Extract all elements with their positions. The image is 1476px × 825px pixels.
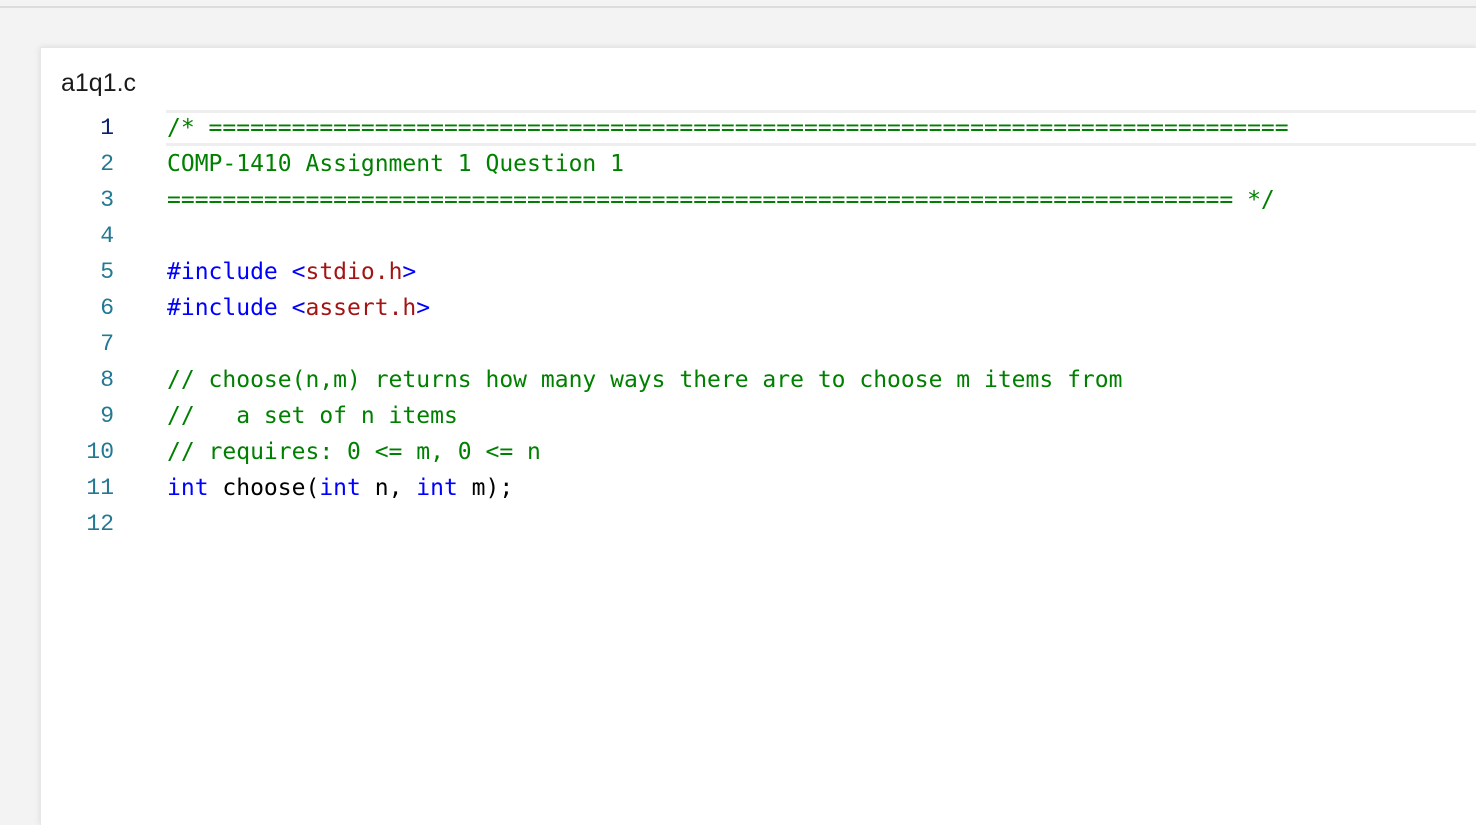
code-text: int choose(int n, int m); bbox=[167, 470, 513, 506]
code-line[interactable]: 3 =======================================… bbox=[41, 182, 1476, 218]
code-token-keyword: > bbox=[402, 259, 417, 285]
code-token-comment: // a set of n items bbox=[167, 403, 458, 429]
code-token-keyword: int bbox=[416, 475, 458, 501]
code-token-plain: choose( bbox=[208, 475, 320, 501]
code-text: #include <stdio.h> bbox=[167, 254, 416, 290]
line-number: 10 bbox=[86, 439, 114, 465]
line-number: 1 bbox=[100, 115, 114, 141]
code-line[interactable]: 2 COMP-1410 Assignment 1 Question 1 bbox=[41, 146, 1476, 182]
line-number: 5 bbox=[100, 259, 114, 285]
code-line[interactable]: 4 bbox=[41, 218, 1476, 254]
code-token-plain: m); bbox=[457, 475, 514, 501]
line-number: 4 bbox=[100, 223, 114, 249]
line-number: 11 bbox=[86, 475, 114, 501]
line-number: 7 bbox=[100, 331, 114, 357]
code-area[interactable]: 1 /* ====================================… bbox=[41, 110, 1476, 542]
code-token-comment: /* =====================================… bbox=[167, 115, 1289, 141]
code-token-comment: ========================================… bbox=[167, 187, 1275, 213]
code-token-keyword: #include < bbox=[167, 295, 306, 321]
code-line[interactable]: 6 #include <assert.h> bbox=[41, 290, 1476, 326]
code-line[interactable]: 7 bbox=[41, 326, 1476, 362]
code-token-comment: // choose(n,m) returns how many ways the… bbox=[167, 367, 1123, 393]
line-number: 12 bbox=[86, 511, 114, 537]
code-token-keyword: int bbox=[319, 475, 361, 501]
code-text: /* =====================================… bbox=[167, 110, 1289, 146]
code-line[interactable]: 5 #include <stdio.h> bbox=[41, 254, 1476, 290]
line-number: 6 bbox=[100, 295, 114, 321]
code-token-plain: n, bbox=[360, 475, 417, 501]
line-number: 8 bbox=[100, 367, 114, 393]
file-name-tab[interactable]: a1q1.c bbox=[61, 68, 136, 98]
code-line[interactable]: 1 /* ====================================… bbox=[41, 110, 1476, 146]
code-token-keyword: #include < bbox=[167, 259, 306, 285]
line-number: 3 bbox=[100, 187, 114, 213]
code-token-string: assert.h bbox=[305, 295, 417, 321]
code-token-comment: // requires: 0 <= m, 0 <= n bbox=[167, 439, 541, 465]
code-text: ========================================… bbox=[167, 182, 1275, 218]
code-text: // choose(n,m) returns how many ways the… bbox=[167, 362, 1122, 398]
line-number: 2 bbox=[100, 151, 114, 177]
line-number: 9 bbox=[100, 403, 114, 429]
code-text: #include <assert.h> bbox=[167, 290, 430, 326]
code-text: COMP-1410 Assignment 1 Question 1 bbox=[167, 146, 624, 182]
code-line[interactable]: 8 // choose(n,m) returns how many ways th… bbox=[41, 362, 1476, 398]
code-line[interactable]: 12 bbox=[41, 506, 1476, 542]
window-top-divider bbox=[0, 6, 1476, 8]
code-token-keyword: > bbox=[416, 295, 431, 321]
code-token-string: stdio.h bbox=[305, 259, 403, 285]
code-text: // a set of n items bbox=[167, 398, 458, 434]
code-line[interactable]: 11 int choose(int n, int m); bbox=[41, 470, 1476, 506]
code-line[interactable]: 9 // a set of n items bbox=[41, 398, 1476, 434]
code-editor-panel: a1q1.c 1 /* =============================… bbox=[40, 47, 1476, 825]
code-token-comment: COMP-1410 Assignment 1 Question 1 bbox=[167, 151, 624, 177]
code-text: // requires: 0 <= m, 0 <= n bbox=[167, 434, 541, 470]
code-line[interactable]: 10 // requires: 0 <= m, 0 <= n bbox=[41, 434, 1476, 470]
code-token-keyword: int bbox=[167, 475, 209, 501]
